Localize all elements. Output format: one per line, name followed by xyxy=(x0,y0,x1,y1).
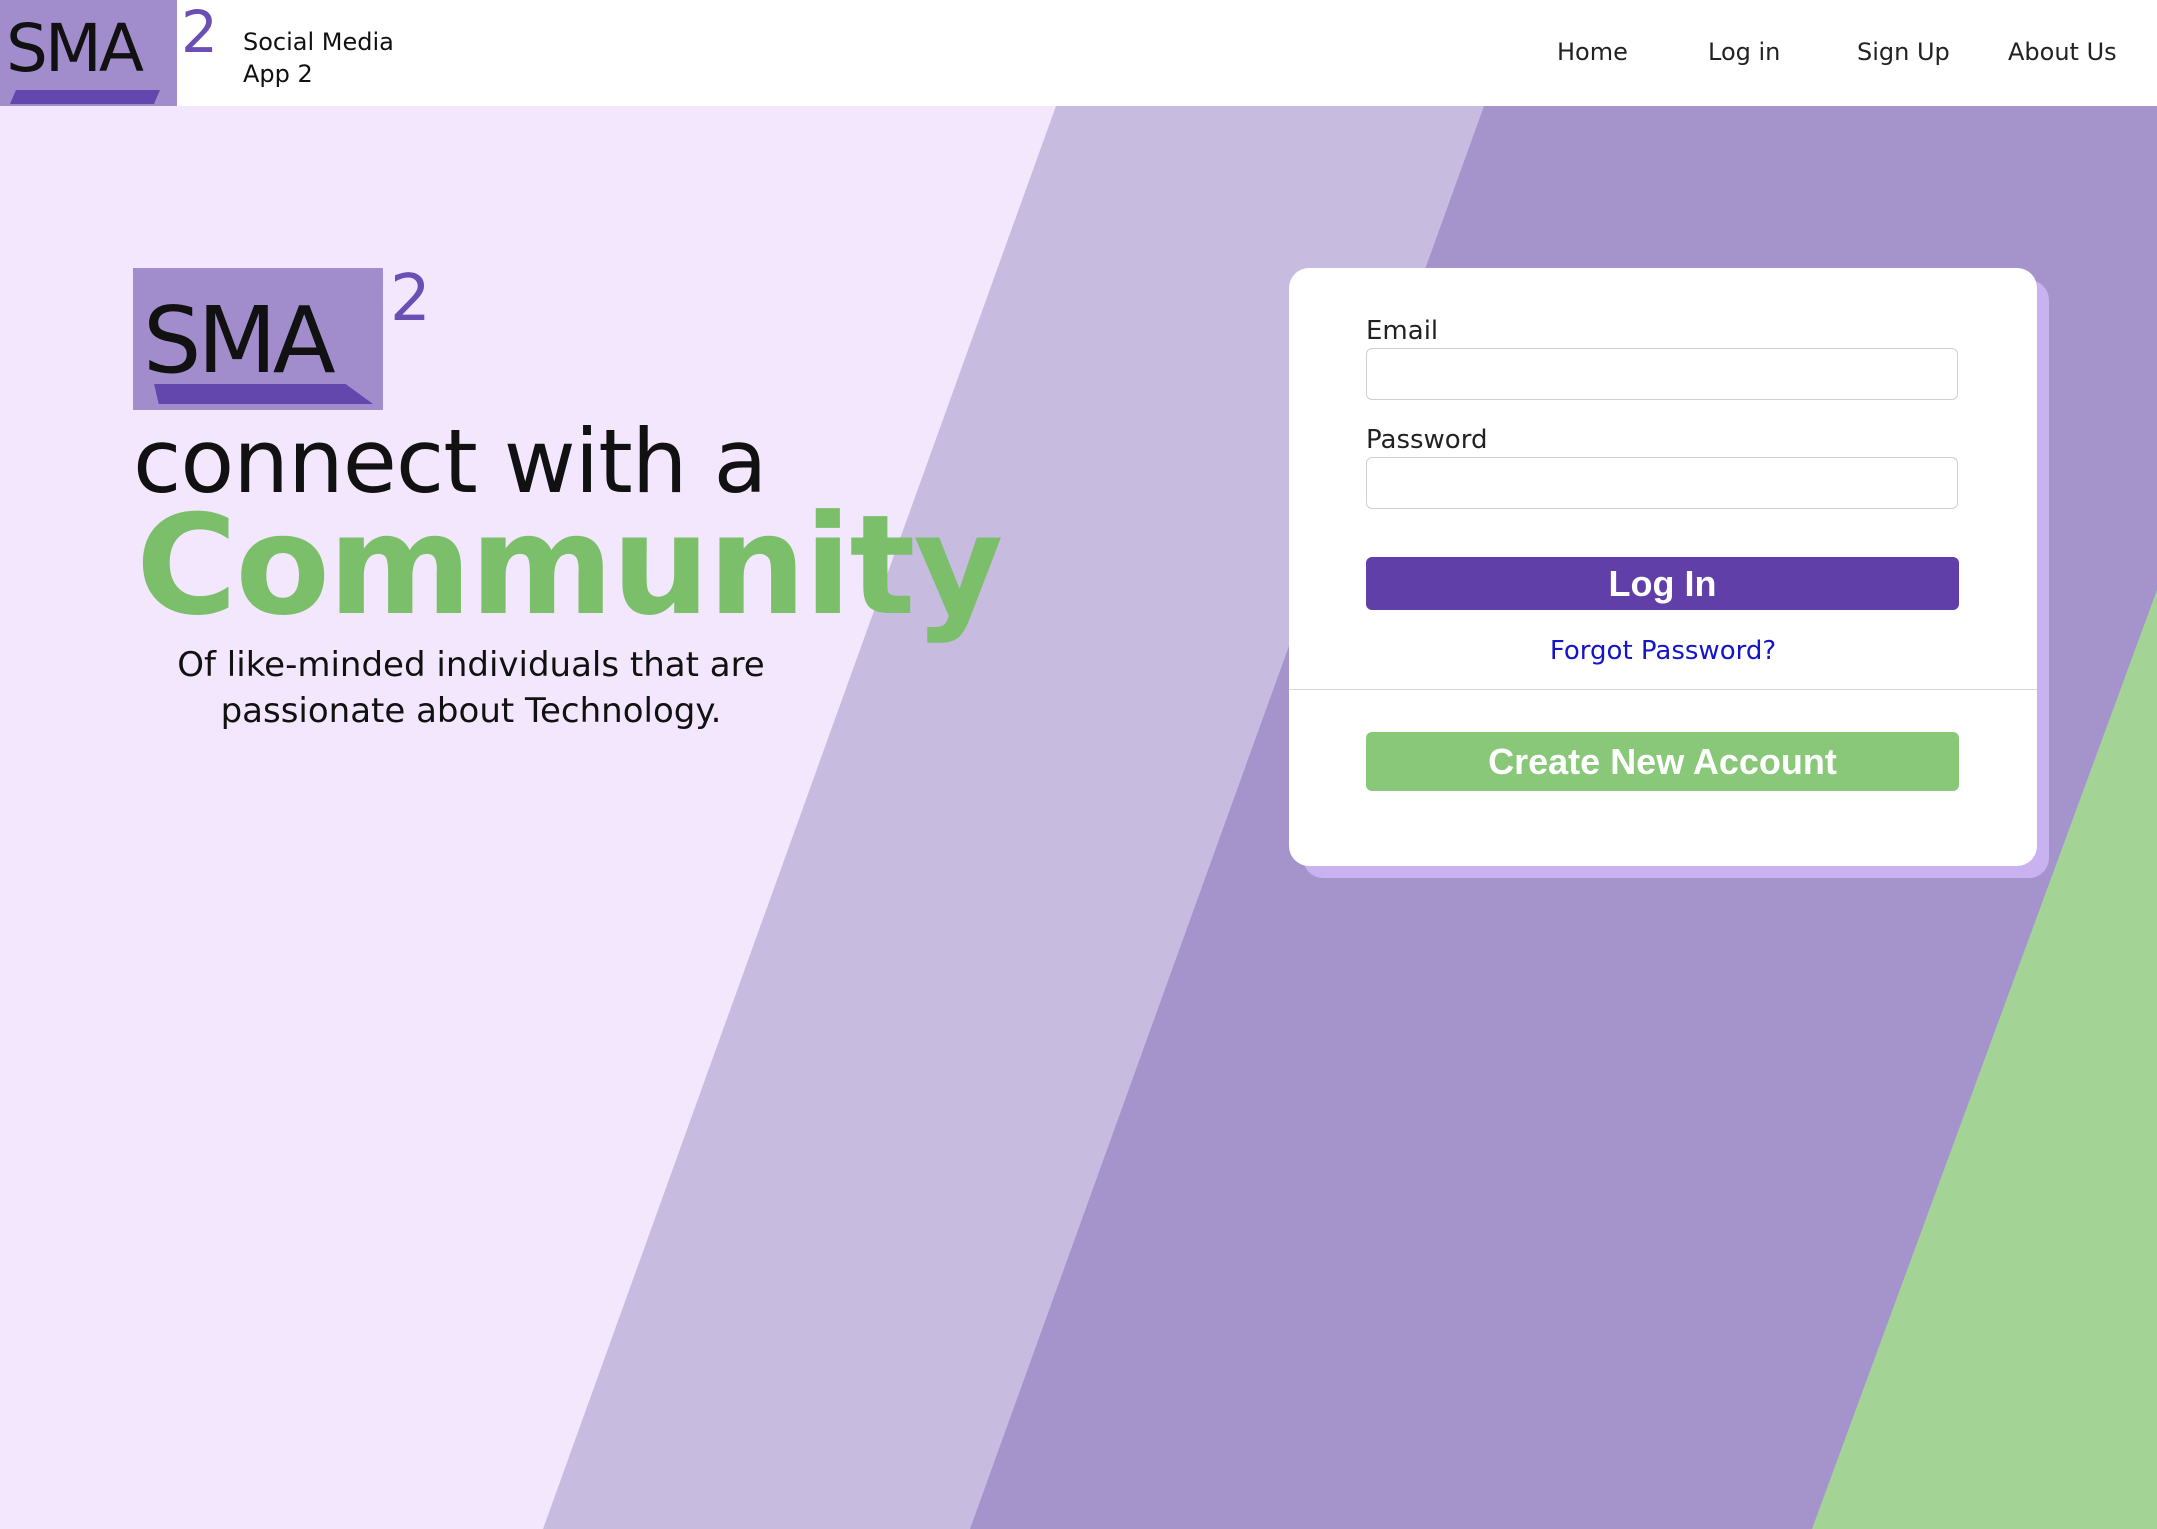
create-account-button[interactable]: Create New Account xyxy=(1366,732,1959,791)
nav-log-in[interactable]: Log in xyxy=(1708,38,1780,66)
nav-home[interactable]: Home xyxy=(1557,38,1628,66)
header-logo-superscript: 2 xyxy=(181,0,218,66)
header-logo-bar xyxy=(10,90,160,104)
email-field[interactable] xyxy=(1366,348,1958,400)
nav-about-us[interactable]: About Us xyxy=(2008,38,2117,66)
header-logo-text: SMA xyxy=(6,10,144,87)
app-name: Social Media App 2 xyxy=(243,28,394,88)
password-field[interactable] xyxy=(1366,457,1958,509)
nav-sign-up[interactable]: Sign Up xyxy=(1857,38,1950,66)
log-in-button[interactable]: Log In xyxy=(1366,557,1959,610)
hero-logo: SMA xyxy=(133,268,383,410)
email-label: Email xyxy=(1366,316,1439,346)
password-label: Password xyxy=(1366,425,1488,455)
hero-logo-text: SMA xyxy=(143,287,336,394)
card-divider xyxy=(1289,689,2037,690)
hero-subtitle: Of like-minded individuals that are pass… xyxy=(177,645,765,731)
hero-logo-superscript: 2 xyxy=(390,262,431,336)
header-logo[interactable]: SMA 2 xyxy=(0,0,218,106)
login-card: Email Password Log In Forgot Password? C… xyxy=(1289,268,2037,866)
hero-headline: Community xyxy=(136,485,1003,646)
hero-logo-bar xyxy=(154,384,373,404)
top-navbar: SMA 2 Social Media App 2 Home Log in Sig… xyxy=(0,0,2157,106)
forgot-password-link[interactable]: Forgot Password? xyxy=(1289,636,2037,666)
